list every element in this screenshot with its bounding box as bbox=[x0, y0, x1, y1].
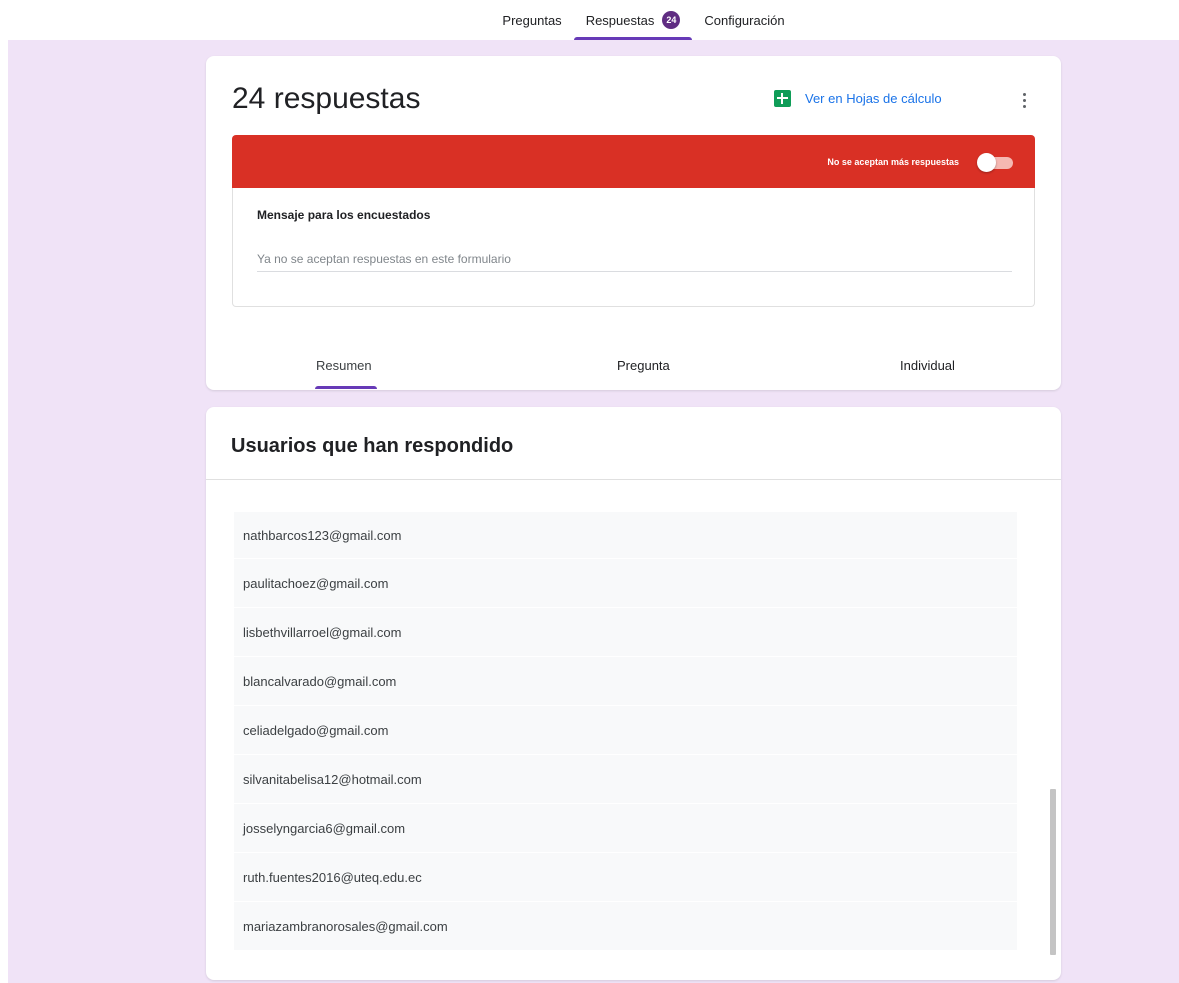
tab-questions[interactable]: Preguntas bbox=[490, 0, 573, 40]
view-in-sheets-label: Ver en Hojas de cálculo bbox=[805, 91, 942, 106]
tab-question[interactable]: Pregunta bbox=[617, 358, 670, 373]
tab-responses-label: Respuestas bbox=[585, 12, 655, 28]
response-view-tabs: Resumen Pregunta Individual bbox=[206, 346, 1061, 390]
respondents-card: Usuarios que han respondido nathbarcos12… bbox=[206, 407, 1061, 980]
top-tabs: Preguntas Respuestas 24 Configuración bbox=[490, 0, 796, 40]
top-tab-bar: Preguntas Respuestas 24 Configuración bbox=[0, 0, 1179, 40]
active-tab-indicator bbox=[315, 386, 377, 389]
accepting-responses-toggle[interactable] bbox=[977, 152, 1015, 172]
list-item: blancalvarado@gmail.com bbox=[234, 657, 1017, 706]
list-scrollbar[interactable] bbox=[1050, 789, 1056, 955]
responses-summary-card: 24 respuestas Ver en Hojas de cálculo No… bbox=[206, 56, 1061, 390]
respondents-title: Usuarios que han respondido bbox=[231, 435, 514, 457]
responses-count-title: 24 respuestas bbox=[232, 82, 421, 115]
responses-closed-banner: No se aceptan más respuestas bbox=[232, 135, 1035, 188]
tab-responses[interactable]: Respuestas 24 bbox=[573, 0, 693, 40]
respondent-message-label: Mensaje para los encuestados bbox=[257, 208, 431, 222]
respondents-list: nathbarcos123@gmail.com paulitachoez@gma… bbox=[234, 512, 1017, 951]
sheets-icon bbox=[774, 90, 791, 107]
tab-settings[interactable]: Configuración bbox=[692, 0, 796, 40]
accepting-responses-status: No se aceptan más respuestas bbox=[827, 156, 959, 167]
list-item: mariazambranorosales@gmail.com bbox=[234, 902, 1017, 951]
respondent-message-box: Mensaje para los encuestados bbox=[232, 188, 1035, 307]
respondent-message-field[interactable] bbox=[257, 246, 1012, 272]
list-item: nathbarcos123@gmail.com bbox=[234, 512, 1017, 559]
view-in-sheets-link[interactable]: Ver en Hojas de cálculo bbox=[774, 90, 942, 107]
list-item: lisbethvillarroel@gmail.com bbox=[234, 608, 1017, 657]
list-item: josselyngarcia6@gmail.com bbox=[234, 804, 1017, 853]
more-options-icon[interactable] bbox=[1018, 90, 1030, 110]
list-item: silvanitabelisa12@hotmail.com bbox=[234, 755, 1017, 804]
list-item: celiadelgado@gmail.com bbox=[234, 706, 1017, 755]
tab-summary[interactable]: Resumen bbox=[316, 358, 372, 373]
tab-individual[interactable]: Individual bbox=[900, 358, 955, 373]
toggle-thumb bbox=[977, 152, 996, 172]
list-item: ruth.fuentes2016@uteq.edu.ec bbox=[234, 853, 1017, 902]
list-item: paulitachoez@gmail.com bbox=[234, 559, 1017, 608]
tab-settings-label: Configuración bbox=[704, 12, 785, 28]
divider bbox=[206, 479, 1061, 480]
tab-questions-label: Preguntas bbox=[502, 12, 562, 28]
responses-count-badge: 24 bbox=[662, 11, 681, 29]
